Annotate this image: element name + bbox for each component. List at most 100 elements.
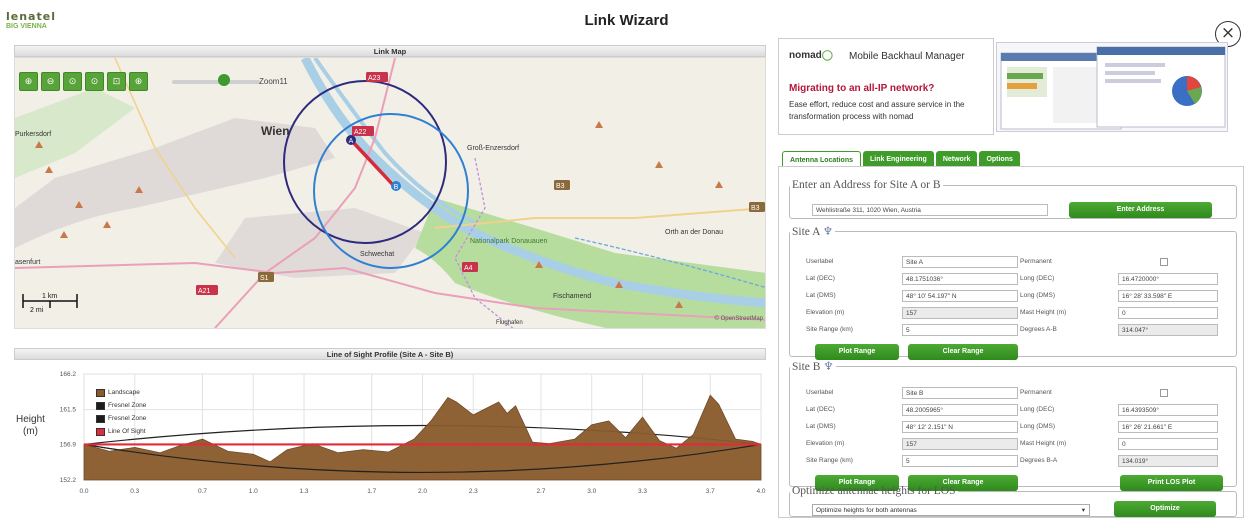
site-a-fieldset: Site A ♆ Userlabel Site A Permanent Lat (DE… xyxy=(789,224,1237,360)
nomad-logo-mark: ◯ xyxy=(821,50,833,61)
los-chart: Height (m) 0.0 0.3 0.7 1.0 1.3 1.7 2.0 2.3 2.7 3.… xyxy=(8,360,766,500)
field-value[interactable]: 16.4393509° xyxy=(1118,404,1218,416)
road-label: S1 xyxy=(260,275,269,282)
x-tick-label: 0.0 xyxy=(79,488,88,495)
field-label: Permanent xyxy=(1020,389,1052,396)
reset-button[interactable]: ⊕ xyxy=(129,72,148,91)
field-label: Site Range (km) xyxy=(806,457,853,464)
x-tick-label: 4.0 xyxy=(756,488,765,495)
place-label: Fischamend xyxy=(553,293,591,300)
center-map-button[interactable]: ⊙ xyxy=(63,72,82,91)
road-shield: B3 xyxy=(749,202,765,212)
map-attribution: © OpenStreetMap xyxy=(715,315,764,322)
address-input[interactable]: Wehlistraße 311, 1020 Wien, Austria xyxy=(812,204,1048,216)
enter-address-button[interactable]: Enter Address xyxy=(1069,202,1212,218)
optimize-fieldset: Optimize antennae heights for LOS Optimi… xyxy=(789,485,1237,517)
field-label: Lat (DMS) xyxy=(806,292,836,299)
road-label: A21 xyxy=(198,288,211,295)
legend-label: Fresnel Zone xyxy=(108,415,147,422)
y-tick-label: 166.2 xyxy=(60,371,77,378)
field-value[interactable]: 5 xyxy=(902,455,1018,467)
page-title: Link Wizard xyxy=(584,12,669,29)
field-value[interactable]: 16.4720000° xyxy=(1118,273,1218,285)
field-value[interactable]: Site B xyxy=(902,387,1018,399)
fit-button[interactable]: ⊡ xyxy=(107,72,126,91)
x-tick-label: 2.0 xyxy=(418,488,427,495)
permanent-checkbox[interactable] xyxy=(1160,258,1168,266)
link-wizard-window: lenatel BIG VIENNA Link Wizard × Link Ma… xyxy=(0,0,1253,523)
site-b-fieldset: Site B ♆ Userlabel Site B Permanent Lat (DE… xyxy=(789,359,1237,491)
field-value[interactable]: 0 xyxy=(1118,307,1218,319)
map-panel-title: Link Map xyxy=(14,45,766,57)
site-b-legend: Site B ♆ xyxy=(790,359,836,373)
field-value[interactable]: 16° 26' 21.661" E xyxy=(1118,421,1218,433)
field-value[interactable]: 48° 12' 2.151" N xyxy=(902,421,1018,433)
field-label: Mast Height (m) xyxy=(1020,309,1067,316)
y-tick-label: 161.5 xyxy=(60,407,77,414)
x-tick-label: 2.3 xyxy=(469,488,478,495)
x-tick-label: 3.7 xyxy=(706,488,715,495)
field-value[interactable]: Site A xyxy=(902,256,1018,268)
legend-item-fresnel-2: Fresnel Zone xyxy=(96,412,146,425)
y-tick-label: 156.9 xyxy=(60,441,77,448)
tower-icon: ♆ xyxy=(822,226,833,238)
site-a-legend-text: Site A xyxy=(792,226,820,238)
field-value[interactable]: 5 xyxy=(902,324,1018,336)
site-marker-b-label: B xyxy=(394,184,399,191)
field-value: 314.047° xyxy=(1118,324,1218,336)
road-shield: A4 xyxy=(462,262,478,272)
field-value[interactable]: 48° 10' 54.197" N xyxy=(902,290,1018,302)
zoom-slider-knob[interactable] xyxy=(218,74,230,86)
legend-swatch xyxy=(96,427,105,436)
clear-range-a-button[interactable]: Clear Range xyxy=(908,344,1018,360)
place-label: Orth an der Donau xyxy=(665,229,723,236)
road-label: B3 xyxy=(751,205,760,212)
plot-range-a-button[interactable]: Plot Range xyxy=(815,344,899,360)
field-value[interactable]: 48.1751036° xyxy=(902,273,1018,285)
field-label: Elevation (m) xyxy=(806,309,845,316)
field-label: Long (DEC) xyxy=(1020,275,1055,282)
road-shield: A23 xyxy=(366,72,388,82)
x-tick-label: 1.3 xyxy=(300,488,309,495)
nomad-advert[interactable]: nomad◯ Mobile Backhaul Manager Migrating… xyxy=(778,38,994,135)
field-value[interactable]: 16° 28' 33.598" E xyxy=(1118,290,1218,302)
field-label: Site Range (km) xyxy=(806,326,853,333)
site-marker-a-label: A xyxy=(349,138,354,145)
nomad-logo-text: nomad xyxy=(789,50,822,61)
optimize-select[interactable]: Optimize heights for both antennas ▾ xyxy=(812,504,1090,516)
road-label: A22 xyxy=(354,129,367,136)
site-marker-b[interactable]: B xyxy=(391,181,401,191)
road-shield: B3 xyxy=(554,180,570,190)
site-marker-a[interactable]: A xyxy=(346,135,356,145)
field-value: 134.019° xyxy=(1118,455,1218,467)
zoom-out-button[interactable]: ⊖ xyxy=(41,72,60,91)
optimize-button[interactable]: Optimize xyxy=(1114,501,1216,517)
field-value[interactable]: 48.2005965° xyxy=(902,404,1018,416)
field-label: Lat (DMS) xyxy=(806,423,836,430)
map-zoom-toolbar: ⊕ ⊖ ⊙ ⊙ ⊡ ⊕ xyxy=(19,72,148,91)
chevron-down-icon: ▾ xyxy=(1081,507,1085,514)
locate-button[interactable]: ⊙ xyxy=(85,72,104,91)
map-canvas[interactable]: Wien Groß-Enzersdorf Purkersdorf Schwechat O… xyxy=(15,58,766,329)
scale-km: 1 km xyxy=(42,293,57,300)
ad-body: Ease effort, reduce cost and assure serv… xyxy=(789,100,965,121)
zoom-slider-track[interactable] xyxy=(172,80,260,84)
permanent-checkbox[interactable] xyxy=(1160,389,1168,397)
nomad-logo: nomad◯ xyxy=(789,50,833,61)
place-label: Purkersdorf xyxy=(15,131,51,138)
place-label: Groß-Enzersdorf xyxy=(467,145,519,152)
field-label: Userlabel xyxy=(806,389,834,396)
field-value[interactable]: 0 xyxy=(1118,438,1218,450)
field-label: Permanent xyxy=(1020,258,1052,265)
optimize-select-value: Optimize heights for both antennas xyxy=(816,507,917,514)
link-map[interactable]: Wien Groß-Enzersdorf Purkersdorf Schwechat O… xyxy=(14,57,766,329)
zoom-level-label: Zoom11 xyxy=(259,77,288,86)
field-label: Long (DMS) xyxy=(1020,292,1056,299)
zoom-in-button[interactable]: ⊕ xyxy=(19,72,38,91)
x-tick-label: 0.3 xyxy=(130,488,139,495)
place-label: Flughafen xyxy=(496,320,523,326)
field-label: Lat (DEC) xyxy=(806,406,835,413)
los-panel-title: Line of Sight Profile (Site A - Site B) xyxy=(14,348,766,360)
road-shield: A21 xyxy=(196,285,218,295)
place-label: Wien xyxy=(261,124,290,138)
